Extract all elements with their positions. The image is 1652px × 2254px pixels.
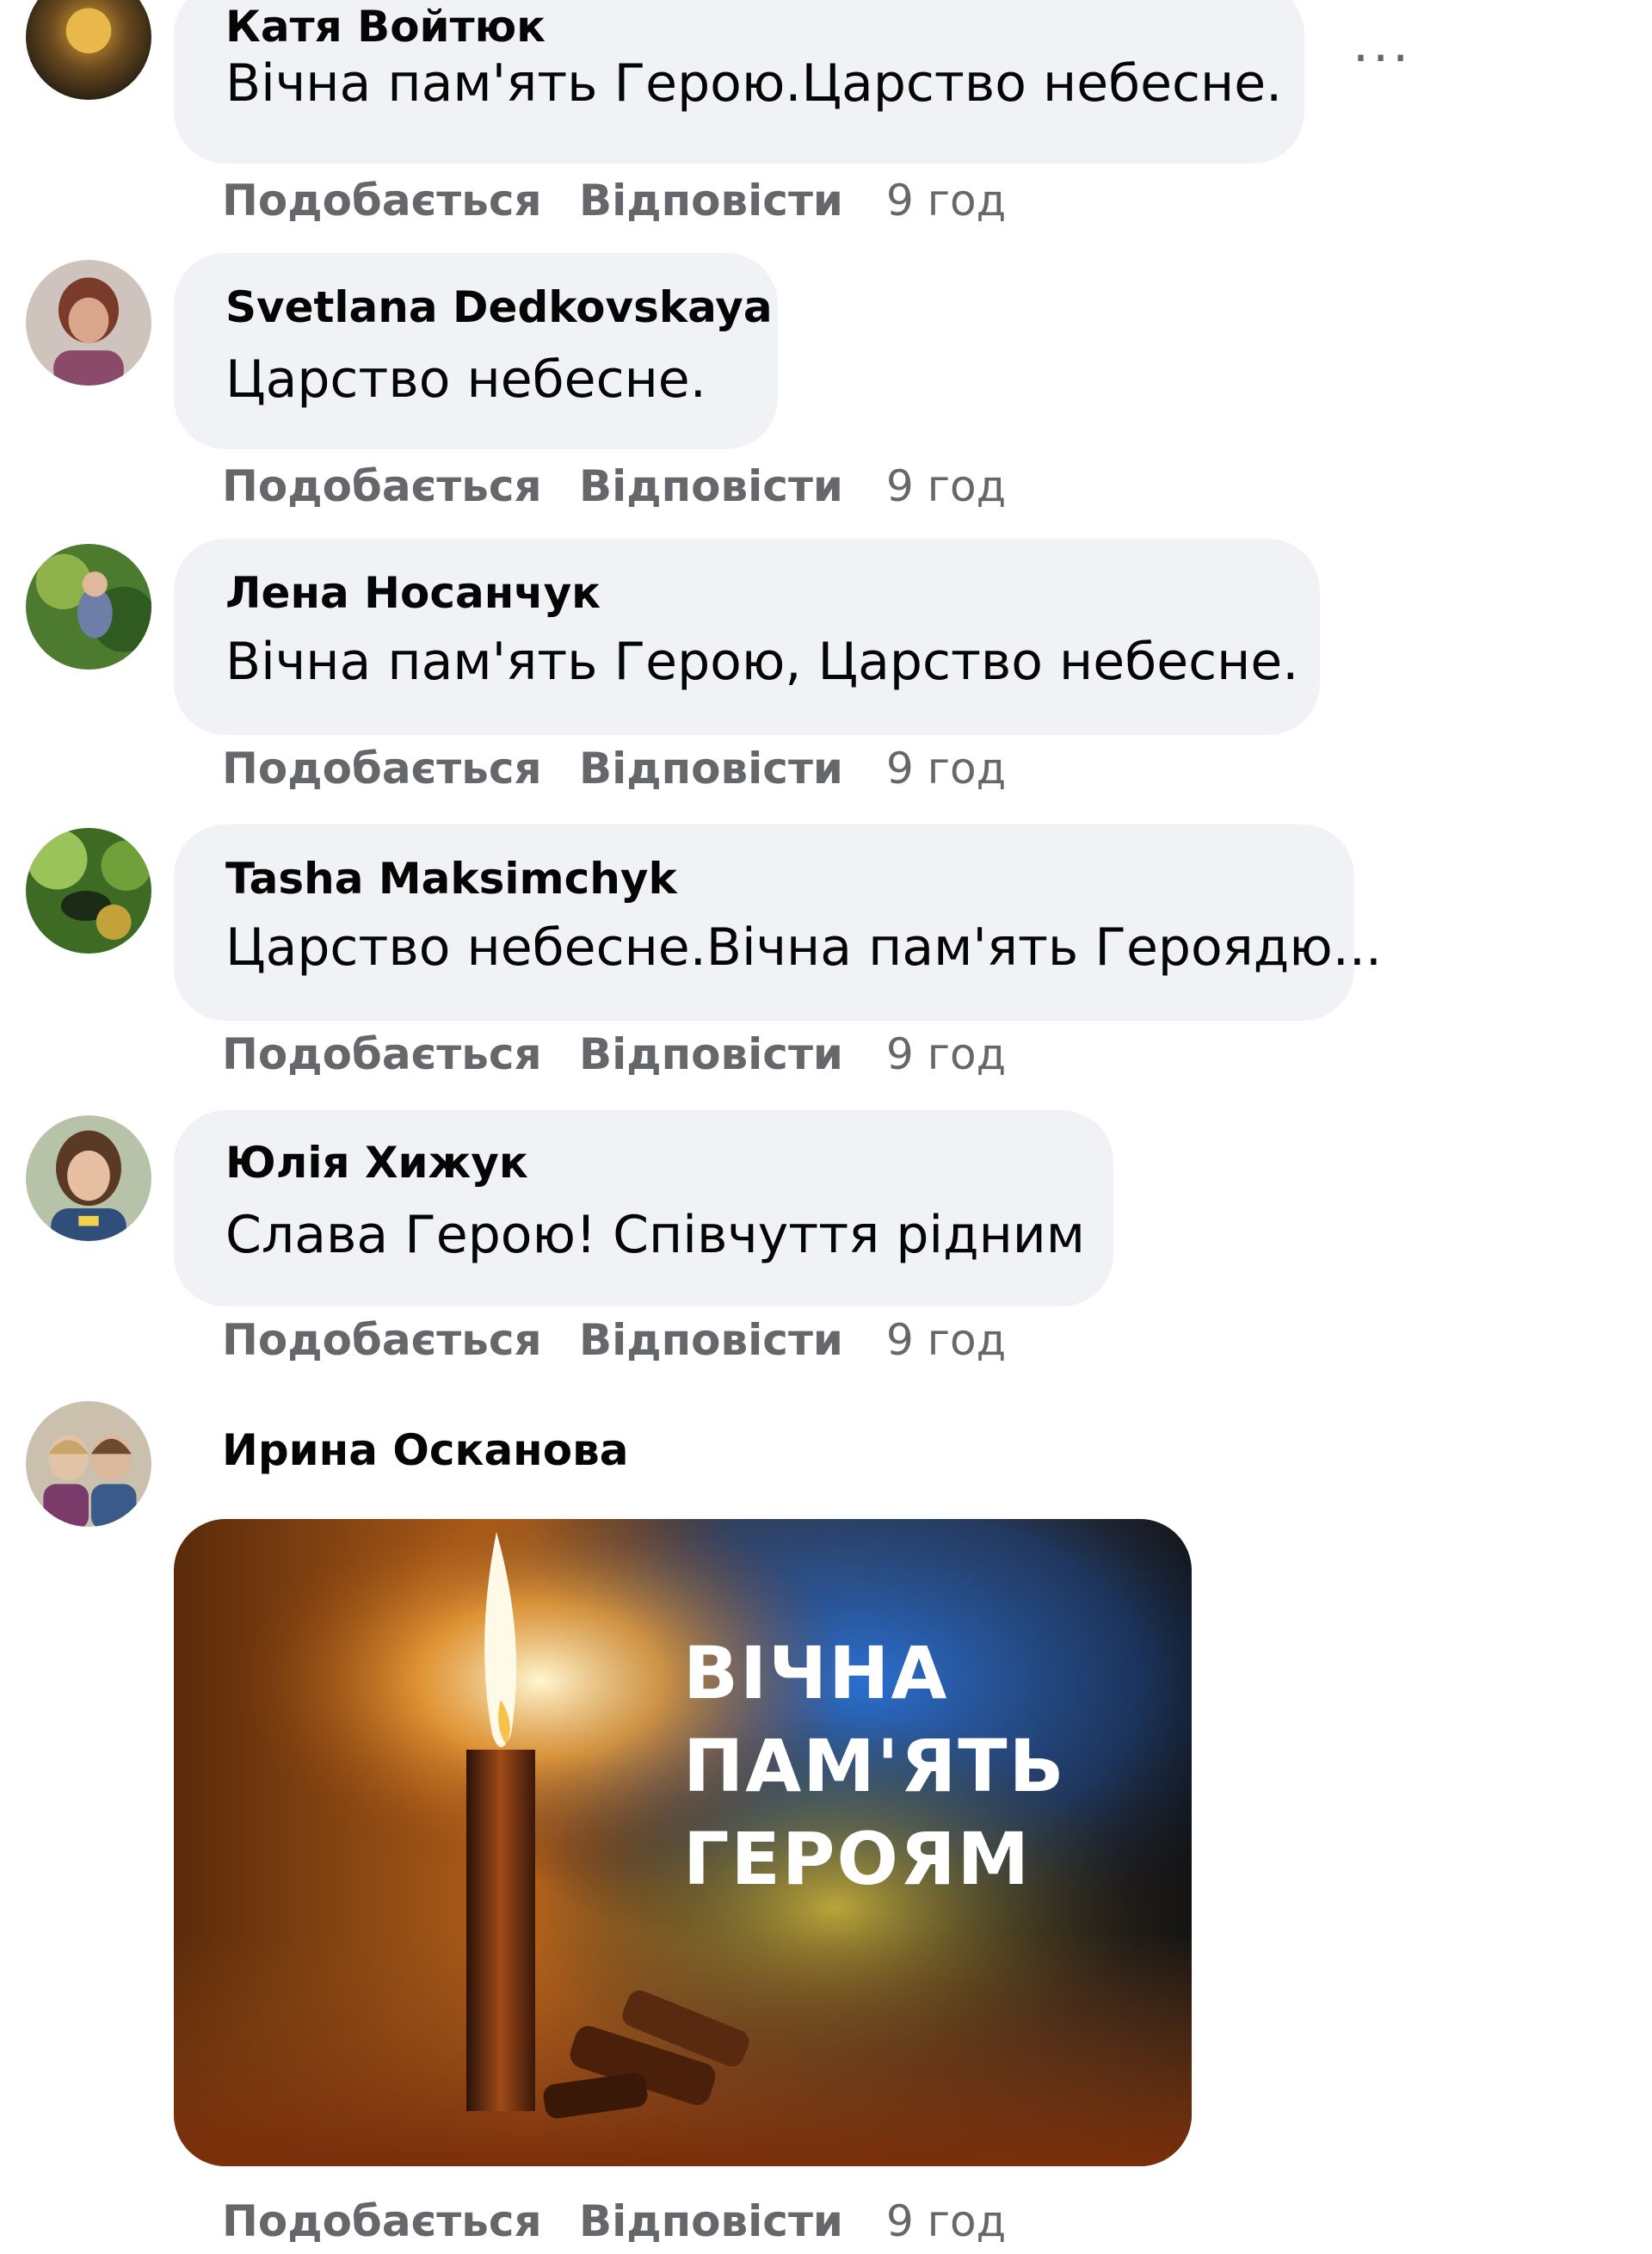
comment-author[interactable]: Лена Носанчук: [225, 568, 601, 618]
comment-text: Вічна пам'ять Герою, Царство небесне.: [225, 632, 1299, 692]
image-caption: ВІЧНА ПАМ'ЯТЬ ГЕРОЯМ: [683, 1627, 1066, 1905]
avatar[interactable]: [26, 828, 151, 954]
comment-bubble: Tasha Maksimchyk Царство небесне.Вічна п…: [174, 824, 1382, 1021]
reply-button[interactable]: Відповісти: [579, 176, 843, 225]
image-caption-line: ВІЧНА: [683, 1631, 949, 1715]
comment-bubble: Svetlana Dedkovskaya Царство небесне.: [174, 253, 778, 449]
like-button[interactable]: Подобається: [222, 2196, 542, 2246]
avatar[interactable]: [26, 1115, 151, 1241]
avatar[interactable]: [26, 544, 151, 670]
comment-author[interactable]: Tasha Maksimchyk: [225, 854, 677, 904]
comment-timestamp[interactable]: 9 год: [886, 176, 1006, 225]
comment-timestamp[interactable]: 9 год: [886, 1315, 1006, 1365]
reply-button[interactable]: Відповісти: [579, 1029, 843, 1079]
more-horizontal-icon[interactable]: ···: [1353, 33, 1421, 84]
like-button[interactable]: Подобається: [222, 1029, 542, 1079]
reply-button[interactable]: Відповісти: [579, 2196, 843, 2246]
avatar[interactable]: [26, 260, 151, 386]
comment-timestamp[interactable]: 9 год: [886, 2196, 1006, 2246]
comment-author[interactable]: Svetlana Dedkovskaya: [225, 282, 773, 332]
comment-text: Слава Герою! Співчуття рідним: [225, 1205, 1086, 1265]
comment-bubble: Лена Носанчук Вічна пам'ять Герою, Царст…: [174, 539, 1320, 735]
comment-text: Царство небесне.: [225, 349, 706, 410]
comment-timestamp[interactable]: 9 год: [886, 1029, 1006, 1079]
comment-bubble: Катя Войтюк Вічна пам'ять Герою.Царство …: [174, 0, 1304, 164]
comment-author[interactable]: Катя Войтюк: [225, 2, 546, 52]
reply-button[interactable]: Відповісти: [579, 744, 843, 794]
image-caption-line: ПАМ'ЯТЬ: [683, 1724, 1066, 1808]
like-button[interactable]: Подобається: [222, 461, 542, 511]
reply-button[interactable]: Відповісти: [579, 461, 843, 511]
like-button[interactable]: Подобається: [222, 176, 542, 225]
comment-text: Царство небесне.Вічна пам'ять Героядю...: [225, 917, 1382, 978]
comment-bubble: Юлія Хижук Слава Герою! Співчуття рідним: [174, 1110, 1113, 1306]
image-caption-line: ГЕРОЯМ: [683, 1817, 1032, 1901]
comment-author[interactable]: Юлія Хижук: [225, 1138, 528, 1188]
like-button[interactable]: Подобається: [222, 1315, 542, 1365]
avatar[interactable]: [26, 0, 151, 100]
comment-image[interactable]: ВІЧНА ПАМ'ЯТЬ ГЕРОЯМ: [174, 1519, 1192, 2166]
reply-button[interactable]: Відповісти: [579, 1315, 843, 1365]
avatar[interactable]: [26, 1401, 151, 1527]
like-button[interactable]: Подобається: [222, 744, 542, 794]
comment-text: Вічна пам'ять Герою.Царство небесне.: [225, 53, 1283, 114]
comment-author[interactable]: Ирина Осканова: [222, 1425, 628, 1475]
comment-timestamp[interactable]: 9 год: [886, 461, 1006, 511]
comment-timestamp[interactable]: 9 год: [886, 744, 1006, 794]
